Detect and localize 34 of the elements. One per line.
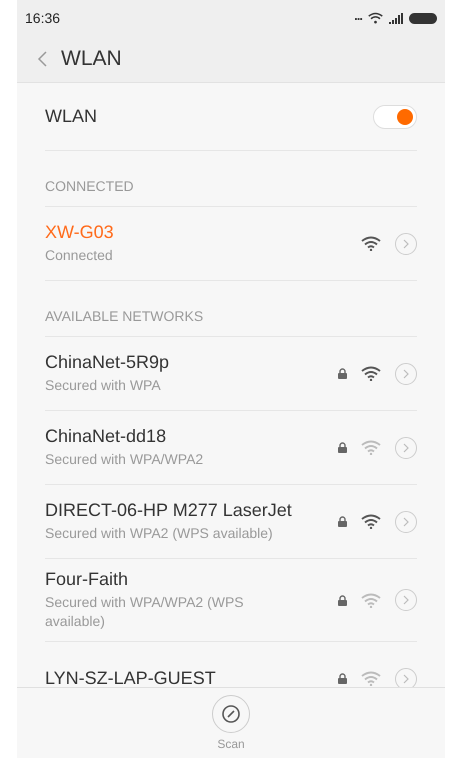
chevron-right-icon [403, 238, 409, 248]
network-name[interactable]: LYN-SZ-LAP-GUEST [45, 668, 330, 687]
wlan-label: WLAN [45, 106, 98, 127]
chevron-right-icon [403, 674, 409, 684]
status-time: 16:36 [25, 10, 60, 26]
details-button[interactable] [395, 362, 417, 384]
network-name[interactable]: Four-Faith [45, 569, 330, 590]
details-button[interactable] [395, 589, 417, 611]
wifi-status-icon [368, 12, 383, 24]
details-button[interactable] [395, 510, 417, 532]
page-title: WLAN [61, 47, 122, 71]
network-name[interactable]: DIRECT-06-HP M277 LaserJet [45, 500, 330, 521]
section-heading: CONNECTED [45, 178, 134, 194]
back-button[interactable] [37, 51, 47, 67]
network-name[interactable]: ChinaNet-dd18 [45, 426, 330, 447]
network-name[interactable]: ChinaNet-5R9p [45, 352, 330, 373]
battery-icon [409, 12, 437, 24]
details-button[interactable] [395, 232, 417, 254]
chevron-right-icon [403, 595, 409, 605]
network-status: Secured with WPA2 (WPS available) [45, 524, 274, 543]
network-status: Secured with WPA/WPA2 (WPS available) [45, 593, 245, 631]
details-button[interactable] [395, 436, 417, 458]
network-status: Secured with WPA [45, 376, 162, 395]
network-status: Secured with WPA/WPA2 [45, 450, 204, 469]
section-heading: AVAILABLE NETWORKS [45, 308, 204, 324]
chevron-right-icon [403, 516, 409, 526]
network-status: Connected [45, 246, 114, 265]
chevron-right-icon [403, 442, 409, 452]
gauge-icon [221, 704, 241, 724]
chevron-right-icon [403, 368, 409, 378]
more-indicator: ... [354, 8, 362, 24]
wlan-switch[interactable] [373, 104, 417, 128]
cell-signal-icon [389, 12, 403, 24]
scan-label: Scan [217, 737, 245, 751]
